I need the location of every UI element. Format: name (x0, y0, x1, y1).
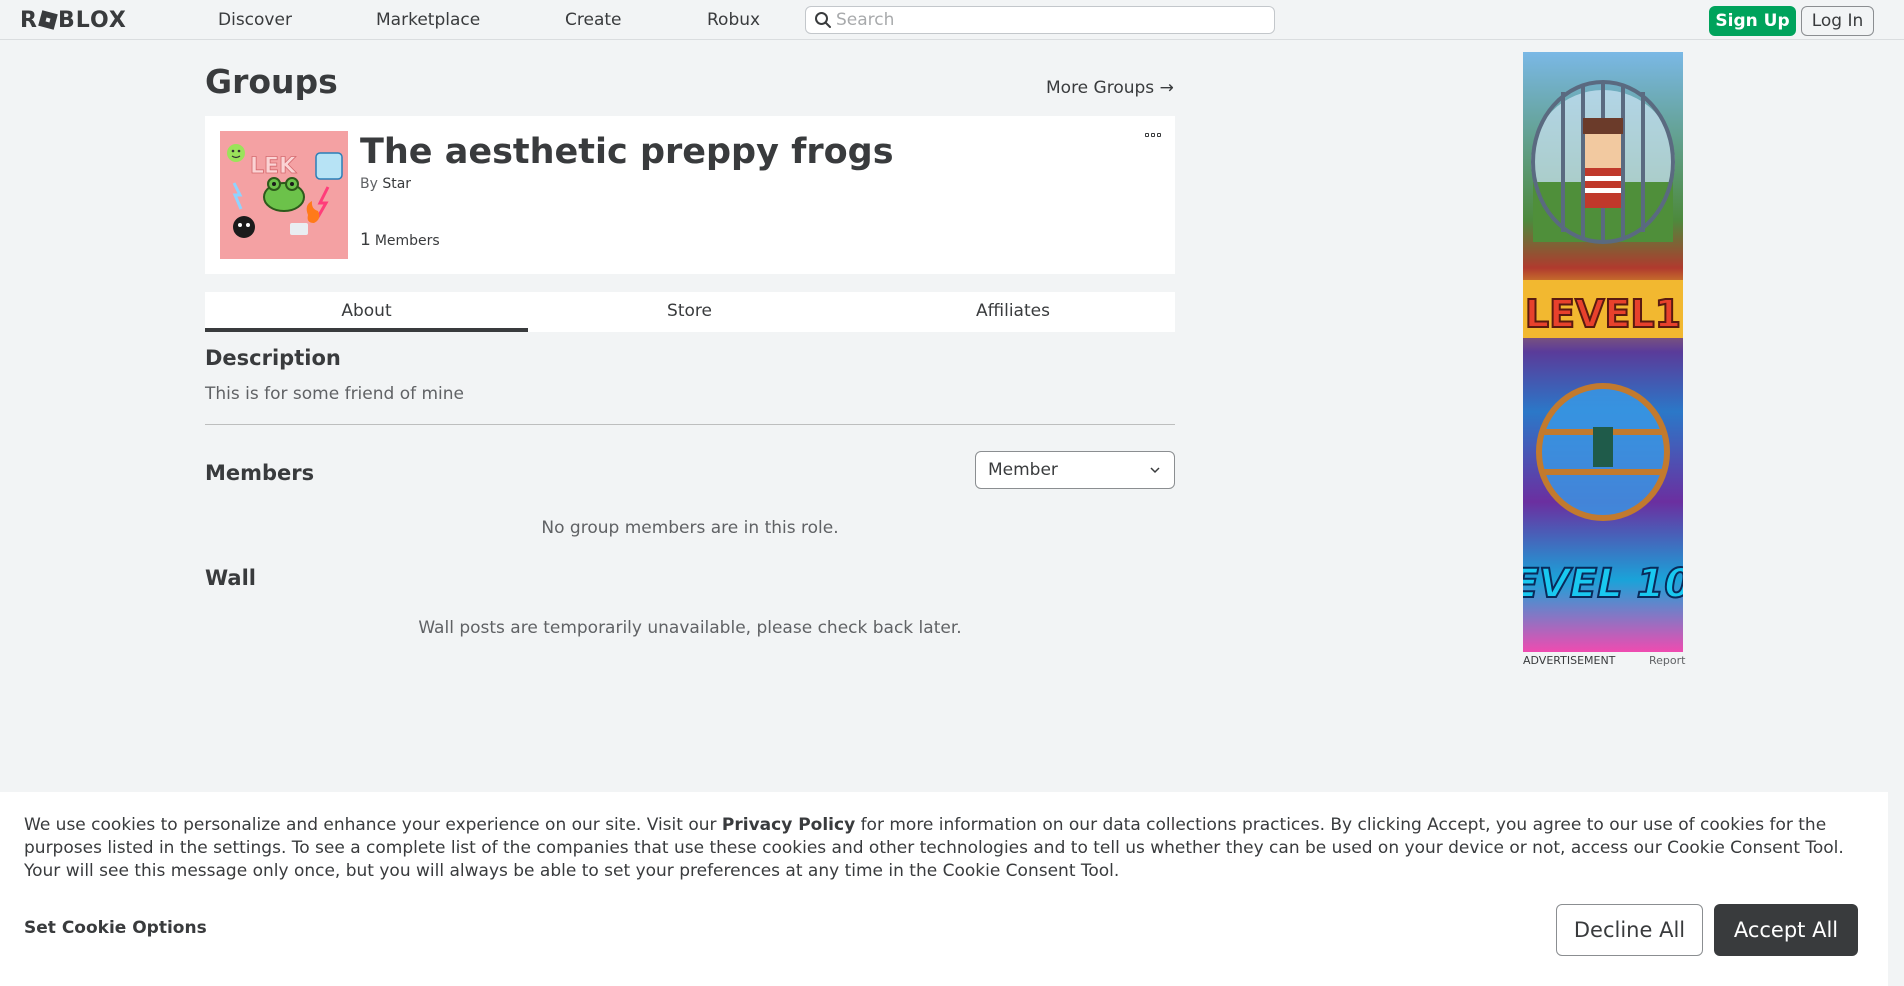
more-groups-link[interactable]: More Groups → (1046, 78, 1174, 98)
role-select-value: Member (988, 460, 1058, 480)
nav-robux[interactable]: Robux (707, 10, 760, 30)
search-icon (815, 12, 831, 28)
roblox-logo-icon (38, 10, 58, 30)
set-cookie-options-link[interactable]: Set Cookie Options (24, 918, 207, 938)
top-navigation-bar: R BLOX Discover Marketplace Create Robux … (0, 0, 1904, 40)
role-select-dropdown[interactable]: Member (975, 451, 1175, 489)
group-header-card: LEK The aesthetic preppy frogs By Star 1… (205, 116, 1175, 274)
wall-empty-message: Wall posts are temporarily unavailable, … (418, 618, 962, 638)
svg-text:LEK: LEK (250, 154, 297, 179)
group-tabs: About Store Affiliates (205, 292, 1175, 332)
tab-store[interactable]: Store (528, 292, 851, 332)
nav-create[interactable]: Create (565, 10, 622, 30)
svg-text:LEVEL1: LEVEL1 (1525, 292, 1681, 336)
cookie-text-before: We use cookies to personalize and enhanc… (24, 815, 722, 835)
member-count-label: Members (374, 233, 440, 249)
member-count-value: 1 (360, 230, 371, 250)
group-member-count: 1 Members (360, 230, 440, 250)
advertisement-label: ADVERTISEMENT (1523, 654, 1616, 667)
ad-report-link[interactable]: Report (1649, 654, 1685, 667)
search-input[interactable] (836, 10, 1266, 30)
members-empty-message: No group members are in this role. (541, 518, 839, 538)
description-text: This is for some friend of mine (205, 384, 465, 404)
tab-affiliates[interactable]: Affiliates (851, 292, 1175, 332)
cookie-message: We use cookies to personalize and enhanc… (24, 814, 1874, 883)
group-owner-line: By Star (360, 176, 411, 192)
nav-marketplace[interactable]: Marketplace (376, 10, 480, 30)
chevron-down-icon (1150, 467, 1160, 474)
decline-all-button[interactable]: Decline All (1556, 904, 1703, 956)
group-emblem-image: LEK (220, 131, 348, 259)
members-heading: Members (205, 461, 315, 485)
group-thumbnail: LEK (220, 131, 348, 259)
advertisement-image: LEVEL1 LEVEL 100 (1523, 80, 1683, 608)
page-title: Groups (205, 62, 338, 101)
group-owner-prefix: By (360, 176, 378, 192)
description-heading: Description (205, 346, 341, 370)
tab-about[interactable]: About (205, 292, 528, 332)
accept-all-button[interactable]: Accept All (1714, 904, 1858, 956)
search-box[interactable] (805, 6, 1275, 34)
sign-up-button[interactable]: Sign Up (1709, 6, 1796, 36)
group-name: The aesthetic preppy frogs (360, 132, 894, 172)
roblox-logo[interactable]: R BLOX (20, 8, 127, 33)
svg-text:LEVEL 100: LEVEL 100 (1523, 561, 1683, 607)
nav-discover[interactable]: Discover (218, 10, 292, 30)
wall-heading: Wall (205, 566, 256, 590)
cookie-consent-banner: We use cookies to personalize and enhanc… (0, 792, 1888, 986)
section-divider (205, 424, 1175, 425)
more-options-icon[interactable] (1145, 130, 1163, 140)
log-in-button[interactable]: Log In (1801, 6, 1874, 36)
advertisement-banner[interactable]: LEVEL1 LEVEL 100 (1523, 52, 1683, 652)
privacy-policy-link[interactable]: Privacy Policy (722, 815, 855, 835)
group-owner-link[interactable]: Star (382, 176, 411, 192)
